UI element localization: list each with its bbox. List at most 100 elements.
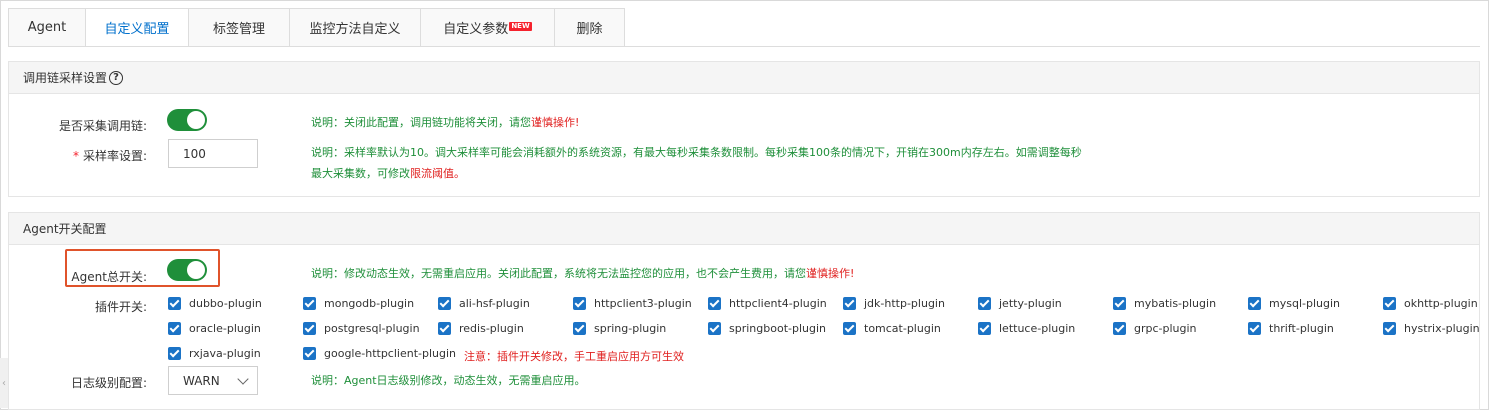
note-danger: 谨慎操作! xyxy=(531,116,580,129)
plugins-label: 插件开关: xyxy=(94,300,147,314)
plugin-checkbox[interactable]: dubbo-plugin xyxy=(168,297,262,310)
plugin-checkbox[interactable]: redis-plugin xyxy=(438,322,524,335)
tab-label: 监控方法自定义 xyxy=(309,22,401,37)
agent-switch-panel: Agent开关配置 Agent总开关: 说明：修改动态生效，无需重启应用。关闭此… xyxy=(8,212,1480,410)
tab-custom-config[interactable]: 自定义配置 xyxy=(86,8,189,47)
plugin-checkbox[interactable]: google-httpclient-plugin xyxy=(303,347,456,360)
plugin-name: springboot-plugin xyxy=(729,322,826,335)
checkbox-checked-icon xyxy=(1248,297,1261,310)
checkbox-checked-icon xyxy=(573,297,586,310)
plugin-checkbox[interactable]: httpclient3-plugin xyxy=(573,297,692,310)
sample-rate-note-line2: 最大采集数，可修改限流阈值。 xyxy=(311,165,465,181)
plugin-checkbox[interactable]: jetty-plugin xyxy=(978,297,1062,310)
trace-sampling-panel: 调用链采样设置 ? 是否采集调用链: 说明：关闭此配置，调用链功能将关闭，请您谨… xyxy=(8,61,1480,197)
plugin-checkbox[interactable]: mybatis-plugin xyxy=(1113,297,1216,310)
collect-trace-label: 是否采集调用链: xyxy=(58,119,147,133)
agent-master-switch[interactable] xyxy=(167,259,207,281)
plugin-checkbox[interactable]: oracle-plugin xyxy=(168,322,261,335)
plugin-name: httpclient3-plugin xyxy=(594,297,692,310)
plugin-name: ali-hsf-plugin xyxy=(459,297,530,310)
plugin-checkbox[interactable]: ali-hsf-plugin xyxy=(438,297,530,310)
log-level-note: 说明：Agent日志级别修改，动态生效，无需重启应用。 xyxy=(311,374,586,387)
plugin-name: oracle-plugin xyxy=(189,322,261,335)
tab-bar: Agent 自定义配置 标签管理 监控方法自定义 自定义参数 NEW 删除 xyxy=(8,8,625,47)
label-text: 采样率设置: xyxy=(82,149,147,163)
plugin-name: google-httpclient-plugin xyxy=(324,347,456,360)
checkbox-checked-icon xyxy=(1383,322,1396,335)
checkbox-checked-icon xyxy=(168,347,181,360)
collect-trace-note: 说明：关闭此配置，调用链功能将关闭，请您谨慎操作! xyxy=(311,114,579,130)
tab-tag-management[interactable]: 标签管理 xyxy=(189,8,290,47)
chevron-down-icon xyxy=(237,373,249,385)
tab-agent[interactable]: Agent xyxy=(8,8,86,47)
plugin-checkbox[interactable]: httpclient4-plugin xyxy=(708,297,827,310)
rate-limit-threshold-link[interactable]: 限流阈值。 xyxy=(410,167,465,180)
note-text: 最大采集数，可修改 xyxy=(311,167,410,180)
checkbox-checked-icon xyxy=(978,297,991,310)
plugin-checkbox[interactable]: postgresql-plugin xyxy=(303,322,420,335)
plugin-checkbox[interactable]: springboot-plugin xyxy=(708,322,826,335)
plugin-name: thrift-plugin xyxy=(1269,322,1334,335)
plugin-checkbox[interactable]: tomcat-plugin xyxy=(843,322,941,335)
panel-title: Agent开关配置 xyxy=(23,222,107,236)
checkbox-checked-icon xyxy=(1248,322,1261,335)
plugin-checkbox[interactable]: mongodb-plugin xyxy=(303,297,414,310)
plugin-name: mongodb-plugin xyxy=(324,297,415,310)
tab-monitor-method-custom[interactable]: 监控方法自定义 xyxy=(290,8,421,47)
checkbox-checked-icon xyxy=(303,347,316,360)
checkbox-checked-icon xyxy=(843,297,856,310)
sample-rate-note-line1: 说明：采样率默认为10。调大采样率可能会消耗额外的系统资源，有最大每秒采集条数限… xyxy=(311,146,1082,159)
plugin-checkbox[interactable]: mysql-plugin xyxy=(1248,297,1340,310)
tab-label: 标签管理 xyxy=(212,22,265,37)
agent-master-label: Agent总开关: xyxy=(71,270,147,284)
plugin-name: lettuce-plugin xyxy=(999,322,1076,335)
switch-knob xyxy=(187,261,205,279)
checkbox-checked-icon xyxy=(168,297,181,310)
plugin-name: spring-plugin xyxy=(594,322,667,335)
checkbox-checked-icon xyxy=(168,322,181,335)
checkbox-checked-icon xyxy=(1113,297,1126,310)
select-value: WARN xyxy=(183,373,220,388)
plugin-checkbox[interactable]: rxjava-plugin xyxy=(168,347,261,360)
note-danger: 谨慎操作! xyxy=(806,267,855,280)
collapse-arrow-icon[interactable]: ‹ xyxy=(0,358,8,408)
note-text: 说明：修改动态生效，无需重启应用。关闭此配置，系统将无法监控您的应用，也不会产生… xyxy=(311,267,806,280)
plugin-name: mybatis-plugin xyxy=(1134,297,1217,310)
plugin-checkbox[interactable]: thrift-plugin xyxy=(1248,322,1334,335)
checkbox-checked-icon xyxy=(303,297,316,310)
checkbox-checked-icon xyxy=(1383,297,1396,310)
plugin-name: grpc-plugin xyxy=(1134,322,1197,335)
plugin-checkbox[interactable]: hystrix-plugin xyxy=(1383,322,1480,335)
tabs-divider xyxy=(8,46,1480,47)
plugin-checkbox[interactable]: spring-plugin xyxy=(573,322,666,335)
plugin-checkbox[interactable]: lettuce-plugin xyxy=(978,322,1075,335)
new-badge: NEW xyxy=(509,22,532,31)
log-level-select[interactable]: WARN xyxy=(168,366,258,395)
panel-header: 调用链采样设置 ? xyxy=(9,62,1479,94)
checkbox-checked-icon xyxy=(1113,322,1126,335)
plugin-name: tomcat-plugin xyxy=(864,322,941,335)
plugin-checkbox[interactable]: okhttp-plugin xyxy=(1383,297,1478,310)
plugin-checkbox[interactable]: grpc-plugin xyxy=(1113,322,1197,335)
checkbox-checked-icon xyxy=(438,297,451,310)
checkbox-checked-icon xyxy=(438,322,451,335)
plugin-name: jdk-http-plugin xyxy=(864,297,945,310)
tab-custom-params[interactable]: 自定义参数 NEW xyxy=(421,8,555,47)
checkbox-checked-icon xyxy=(843,322,856,335)
question-circle-icon[interactable]: ? xyxy=(109,70,124,85)
sample-rate-input[interactable] xyxy=(168,139,258,168)
checkbox-checked-icon xyxy=(708,322,721,335)
plugin-checkbox[interactable]: jdk-http-plugin xyxy=(843,297,945,310)
tab-label: 自定义参数 xyxy=(443,22,509,37)
tab-label: Agent xyxy=(27,20,67,35)
plugin-name: rxjava-plugin xyxy=(189,347,261,360)
required-mark: * xyxy=(72,149,79,163)
plugin-name: dubbo-plugin xyxy=(189,297,262,310)
plugin-name: mysql-plugin xyxy=(1269,297,1340,310)
collect-trace-switch[interactable] xyxy=(167,109,207,131)
checkbox-checked-icon xyxy=(573,322,586,335)
tab-label: 删除 xyxy=(576,22,603,37)
panel-title: 调用链采样设置 xyxy=(23,71,108,85)
note-text: 说明：关闭此配置，调用链功能将关闭，请您 xyxy=(311,116,531,129)
tab-delete[interactable]: 删除 xyxy=(555,8,625,47)
